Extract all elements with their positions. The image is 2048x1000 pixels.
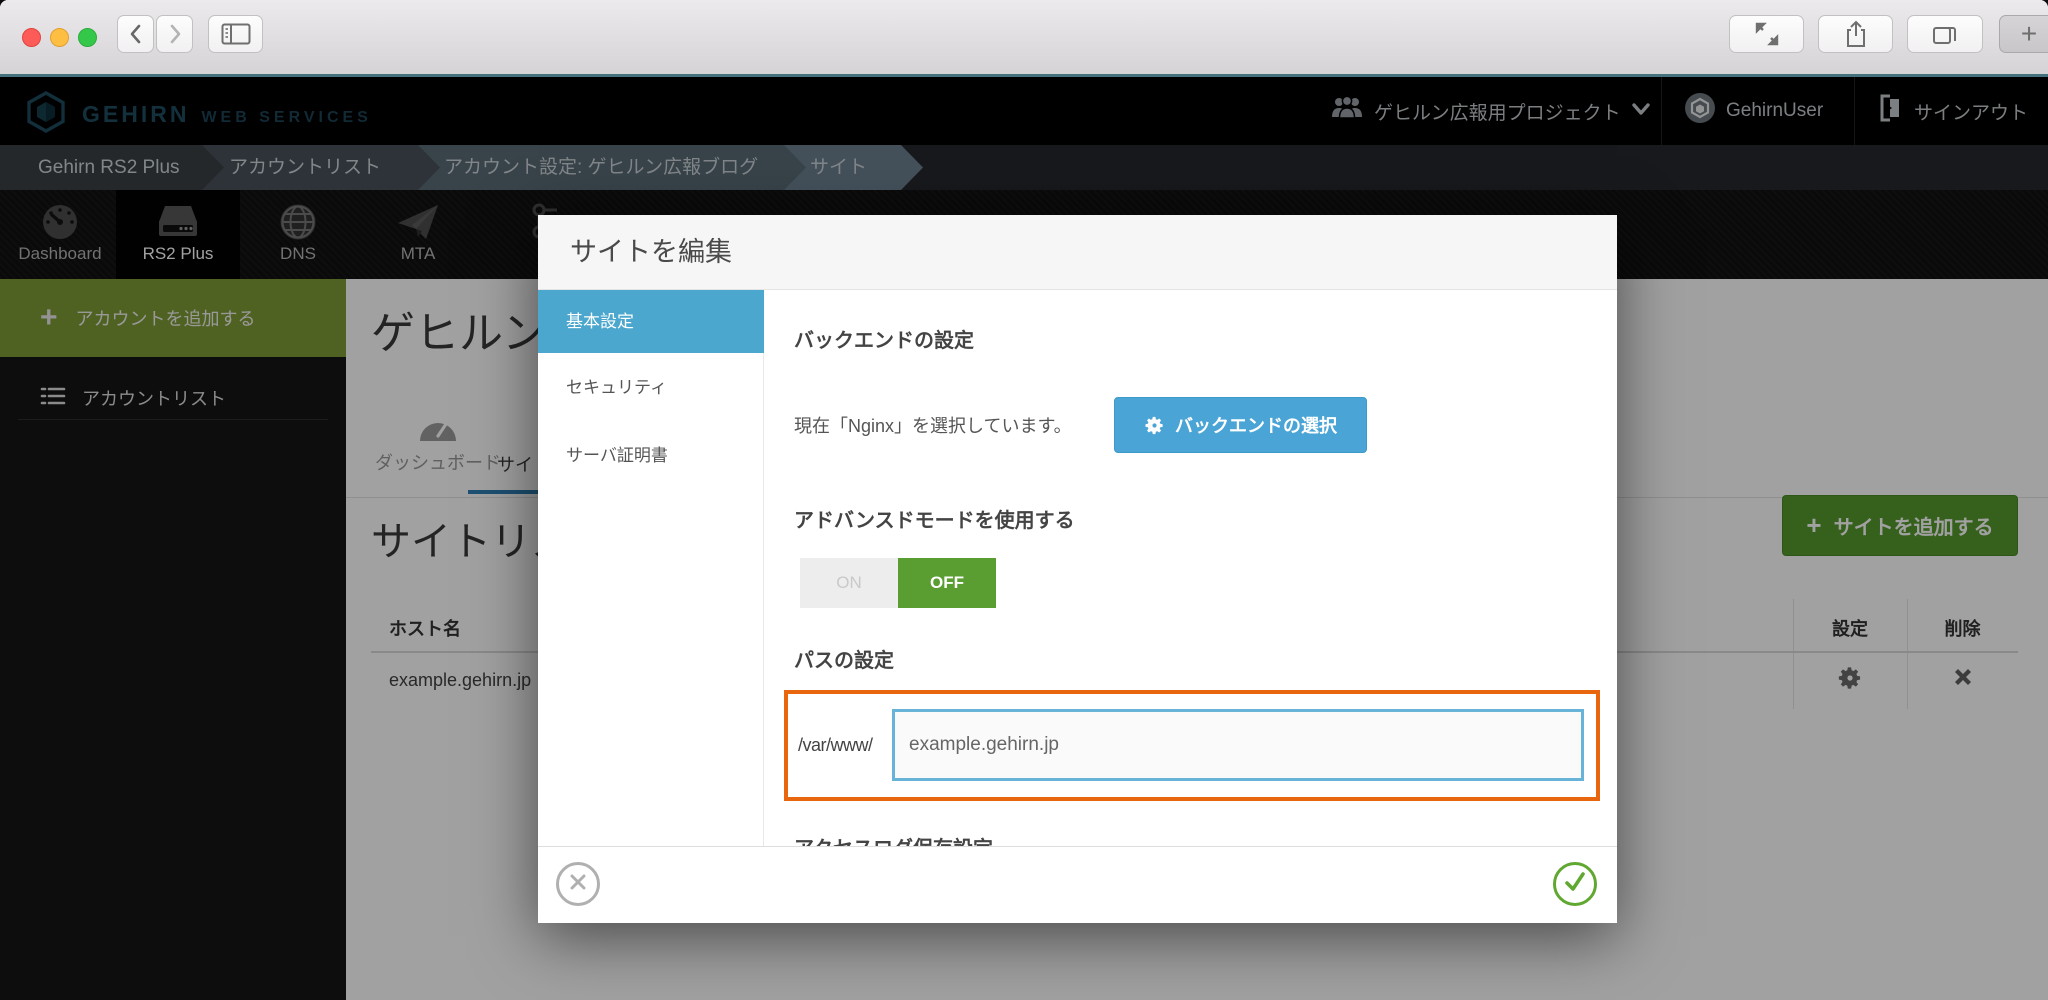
modal-tab-server-certificate[interactable]: サーバ証明書 <box>538 428 763 484</box>
forward-button[interactable] <box>156 15 193 53</box>
path-prefix: /var/www/ <box>798 694 873 797</box>
modal-title: サイトを編集 <box>570 215 732 289</box>
modal-titlebar: サイトを編集 <box>538 215 1617 290</box>
share-icon <box>1844 20 1868 48</box>
browser-window: + GEHIRNWEB SERVICES ゲヒルン広報用プロジェクト Gehir… <box>0 0 2048 1000</box>
modal-tab-column: 基本設定 セキュリティ サーバ証明書 <box>538 290 764 846</box>
fullscreen-button[interactable] <box>1729 15 1804 53</box>
modal-tab-basic-settings[interactable]: 基本設定 <box>538 290 764 353</box>
tab-overview-icon <box>1931 21 1959 47</box>
modal-footer <box>538 846 1617 923</box>
zoom-window-button[interactable] <box>78 28 97 47</box>
backend-current-text: 現在「Nginx」を選択しています。 <box>794 412 1072 438</box>
toggle-off-button[interactable]: OFF <box>898 558 996 608</box>
close-window-button[interactable] <box>22 28 41 47</box>
back-button[interactable] <box>117 15 154 53</box>
select-backend-button[interactable]: バックエンドの選択 <box>1114 397 1367 453</box>
new-tab-button[interactable]: + <box>1999 15 2048 53</box>
back-icon <box>126 22 146 46</box>
modal-tab-security[interactable]: セキュリティ <box>538 360 763 416</box>
forward-icon <box>165 22 185 46</box>
sidebar-toggle-button[interactable] <box>208 15 263 53</box>
tab-overview-button[interactable] <box>1907 15 1983 53</box>
plus-icon: + <box>2021 18 2037 50</box>
backend-heading: バックエンドの設定 <box>794 324 974 353</box>
gear-icon <box>1144 415 1165 436</box>
fullscreen-icon <box>1754 21 1780 47</box>
sidebar-toggle-icon <box>221 23 251 45</box>
share-button[interactable] <box>1818 15 1893 53</box>
cancel-button[interactable] <box>556 862 600 906</box>
path-input[interactable] <box>892 709 1584 781</box>
advanced-mode-toggle: ON OFF <box>800 558 996 608</box>
path-setting-highlight-box: /var/www/ <box>784 690 1600 801</box>
modal-body: バックエンドの設定 現在「Nginx」を選択しています。 バックエンドの選択 ア… <box>764 290 1617 846</box>
access-log-heading: アクセスログ保存設定 <box>794 832 993 846</box>
path-heading: パスの設定 <box>794 644 894 673</box>
web-page: GEHIRNWEB SERVICES ゲヒルン広報用プロジェクト GehirnU… <box>0 77 2048 1000</box>
advanced-mode-heading: アドバンスドモードを使用する <box>794 504 1075 533</box>
check-icon <box>1563 871 1587 898</box>
minimize-window-button[interactable] <box>50 28 69 47</box>
window-titlebar: + <box>0 0 2048 75</box>
edit-site-modal: サイトを編集 基本設定 セキュリティ サーバ証明書 バックエンドの設定 現在「N… <box>538 215 1617 923</box>
close-icon <box>568 872 588 897</box>
toggle-on-button[interactable]: ON <box>800 558 898 608</box>
confirm-button[interactable] <box>1553 862 1597 906</box>
